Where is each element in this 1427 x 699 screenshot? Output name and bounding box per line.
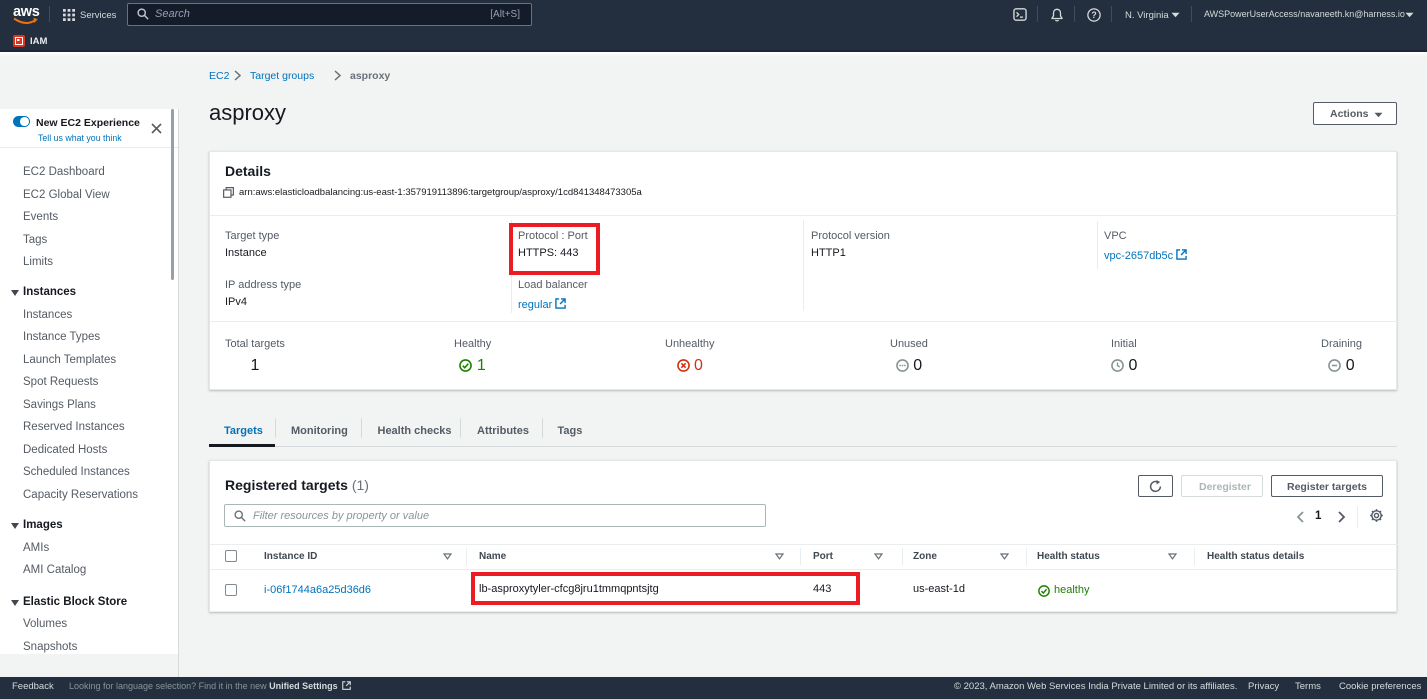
svg-text:?: ? bbox=[1091, 10, 1096, 20]
